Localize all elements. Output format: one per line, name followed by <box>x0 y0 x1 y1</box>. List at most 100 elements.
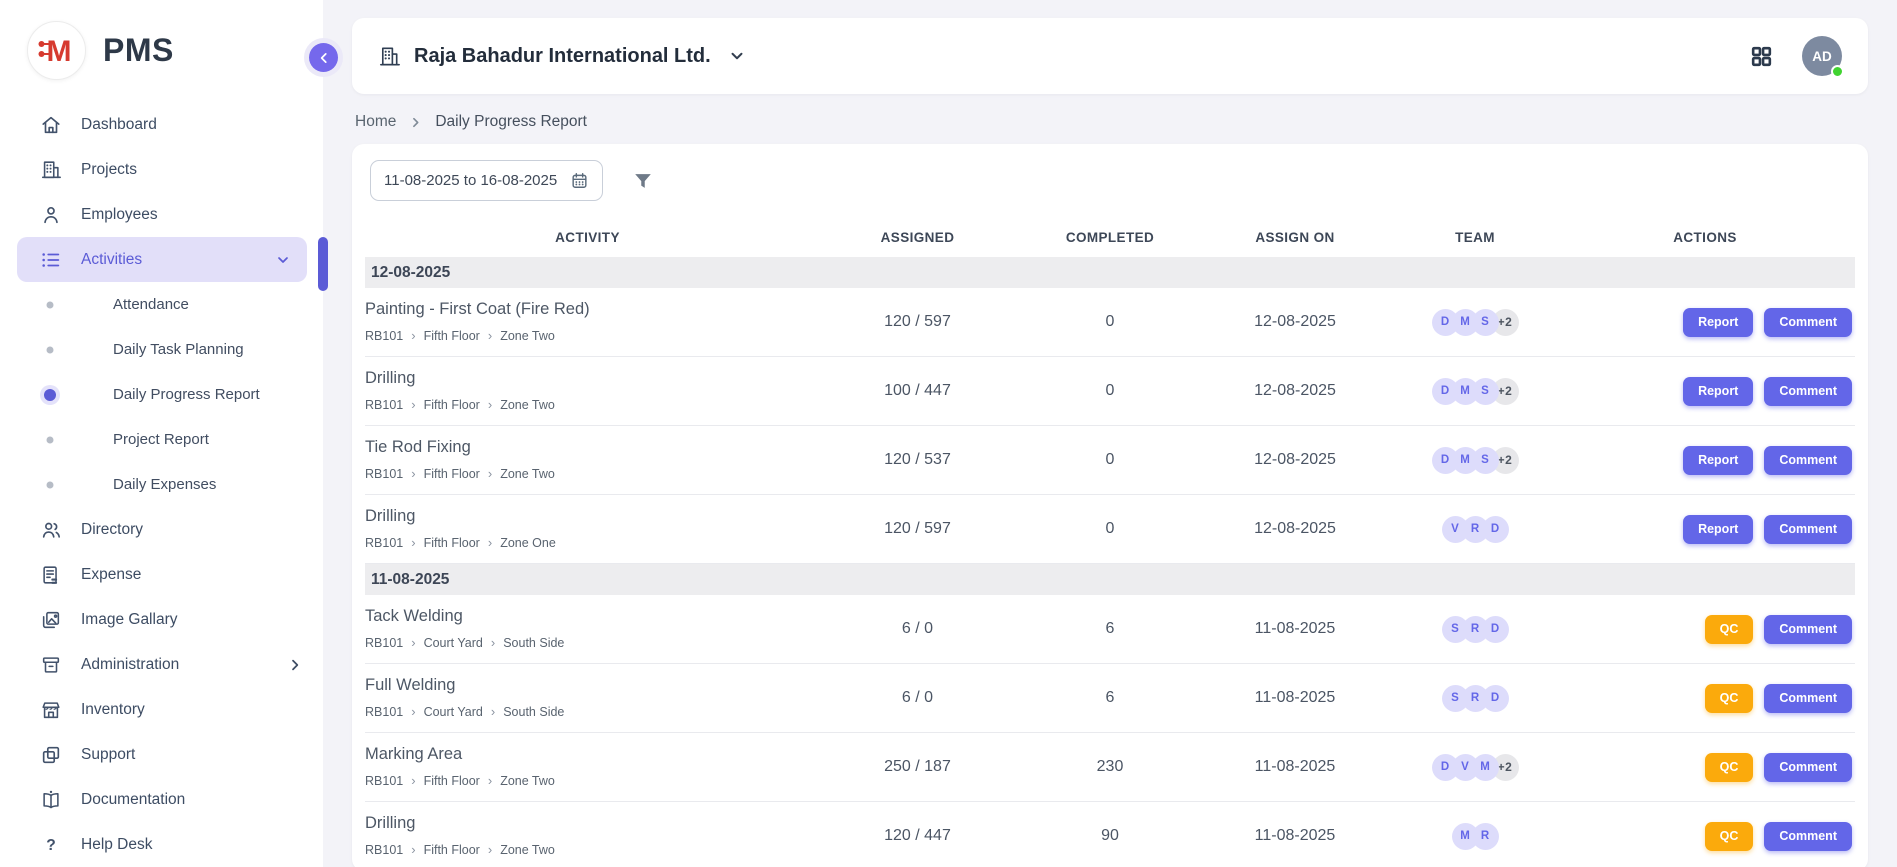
comment-button[interactable]: Comment <box>1764 377 1852 406</box>
activity-row: Tack WeldingRB101›Court Yard›South Side6… <box>365 595 1855 664</box>
activity-location: RB101›Court Yard›South Side <box>365 705 810 719</box>
qc-button[interactable]: QC <box>1705 684 1754 713</box>
sidebar-item-directory[interactable]: Directory <box>0 507 323 552</box>
company-selector[interactable]: Raja Bahadur International Ltd. <box>378 45 746 68</box>
team-member-avatar: D <box>1432 378 1459 405</box>
comment-button[interactable]: Comment <box>1764 308 1852 337</box>
sidebar-item-support[interactable]: Support <box>0 732 323 777</box>
team-member-avatar: D <box>1432 447 1459 474</box>
sidebar-item-daily-progress-report[interactable]: Daily Progress Report <box>0 372 323 417</box>
sidebar-item-expense[interactable]: Expense <box>0 552 323 597</box>
app-name: PMS <box>103 32 174 69</box>
completed-value: 230 <box>1025 758 1195 776</box>
breadcrumb: Home Daily Progress Report <box>355 113 1866 131</box>
completed-value: 0 <box>1025 451 1195 469</box>
sidebar-item-label: Daily Task Planning <box>113 341 244 358</box>
date-group-header: 11-08-2025 <box>365 564 1855 595</box>
column-header-assign-on: ASSIGN ON <box>1195 230 1395 245</box>
comment-button[interactable]: Comment <box>1764 684 1852 713</box>
svg-text:?: ? <box>46 837 56 854</box>
sidebar-item-documentation[interactable]: Documentation <box>0 777 323 822</box>
comment-button[interactable]: Comment <box>1764 822 1852 851</box>
filter-icon[interactable] <box>632 170 654 192</box>
sidebar-item-daily-expenses[interactable]: Daily Expenses <box>0 462 323 507</box>
team-member-avatar: M <box>1452 823 1479 850</box>
breadcrumb-home[interactable]: Home <box>355 113 396 131</box>
location-segment: Zone Two <box>500 774 555 788</box>
activity-row: Tie Rod FixingRB101›Fifth Floor›Zone Two… <box>365 426 1855 495</box>
assigned-value: 6 / 0 <box>810 689 1025 707</box>
qc-button[interactable]: QC <box>1705 822 1754 851</box>
assign-on-value: 11-08-2025 <box>1195 758 1395 776</box>
sidebar-item-daily-task-planning[interactable]: Daily Task Planning <box>0 327 323 372</box>
team-cell: DMS+2 <box>1395 378 1555 405</box>
activity-title: Tack Welding <box>365 607 810 626</box>
sidebar-item-label: Support <box>81 746 135 764</box>
support-icon <box>40 744 62 766</box>
date-group-header: 12-08-2025 <box>365 257 1855 288</box>
team-cell: DMS+2 <box>1395 447 1555 474</box>
documentation-icon <box>40 789 62 811</box>
location-segment: Fifth Floor <box>424 774 480 788</box>
sidebar-item-administration[interactable]: Administration <box>0 642 323 687</box>
location-segment: RB101 <box>365 398 403 412</box>
qc-button[interactable]: QC <box>1705 753 1754 782</box>
column-header-completed: COMPLETED <box>1025 230 1195 245</box>
sidebar-item-attendance[interactable]: Attendance <box>0 282 323 327</box>
report-button[interactable]: Report <box>1683 446 1753 475</box>
location-segment: Zone Two <box>500 329 555 343</box>
report-button[interactable]: Report <box>1683 308 1753 337</box>
report-button[interactable]: Report <box>1683 377 1753 406</box>
sidebar-item-inventory[interactable]: Inventory <box>0 687 323 732</box>
team-cell: SRD <box>1395 616 1555 643</box>
sidebar-item-label: Daily Expenses <box>113 476 216 493</box>
team-member-avatar: D <box>1432 754 1459 781</box>
team-member-avatar: S <box>1442 616 1469 643</box>
chevron-right-icon: › <box>488 329 492 342</box>
comment-button[interactable]: Comment <box>1764 753 1852 782</box>
sidebar-item-projects[interactable]: Projects <box>0 147 323 192</box>
team-cell: SRD <box>1395 685 1555 712</box>
assign-on-value: 11-08-2025 <box>1195 620 1395 638</box>
assign-on-value: 12-08-2025 <box>1195 313 1395 331</box>
chevron-down-icon <box>275 252 291 268</box>
report-button[interactable]: Report <box>1683 515 1753 544</box>
actions-cell: QC Comment <box>1555 684 1855 713</box>
sidebar-collapse-button[interactable] <box>309 43 338 72</box>
location-segment: RB101 <box>365 843 403 857</box>
sidebar-item-dashboard[interactable]: Dashboard <box>0 102 323 147</box>
assign-on-value: 12-08-2025 <box>1195 520 1395 538</box>
location-segment: RB101 <box>365 536 403 550</box>
date-range-input[interactable]: 11-08-2025 to 16-08-2025 <box>370 160 603 201</box>
location-segment: Fifth Floor <box>424 329 480 343</box>
location-segment: South Side <box>503 636 564 650</box>
qc-button[interactable]: QC <box>1705 615 1754 644</box>
user-avatar[interactable]: AD <box>1802 36 1842 76</box>
sidebar-item-label: Project Report <box>113 431 209 448</box>
chevron-right-icon: › <box>488 536 492 549</box>
comment-button[interactable]: Comment <box>1764 446 1852 475</box>
sidebar-item-image-gallary[interactable]: Image Gallary <box>0 597 323 642</box>
svg-text:M: M <box>46 35 71 68</box>
activity-title: Marking Area <box>365 745 810 764</box>
activity-title: Drilling <box>365 369 810 388</box>
sidebar-item-employees[interactable]: Employees <box>0 192 323 237</box>
team-cell: VRD <box>1395 516 1555 543</box>
comment-button[interactable]: Comment <box>1764 515 1852 544</box>
location-segment: Fifth Floor <box>424 843 480 857</box>
location-segment: Zone Two <box>500 843 555 857</box>
chevron-right-icon <box>287 657 303 673</box>
sidebar-item-activities[interactable]: Activities <box>17 237 307 282</box>
sidebar-item-help-desk[interactable]: ?Help Desk <box>0 822 323 867</box>
apps-grid-icon[interactable] <box>1749 44 1774 69</box>
completed-value: 0 <box>1025 382 1195 400</box>
sidebar-item-project-report[interactable]: Project Report <box>0 417 323 462</box>
comment-button[interactable]: Comment <box>1764 615 1852 644</box>
calendar-icon <box>570 171 589 190</box>
chevron-right-icon: › <box>411 536 415 549</box>
activity-row: DrillingRB101›Fifth Floor›Zone Two100 / … <box>365 357 1855 426</box>
content-card: 11-08-2025 to 16-08-2025 ACTIVITYASSIGNE… <box>352 144 1868 867</box>
activity-title: Painting - First Coat (Fire Red) <box>365 300 810 319</box>
sidebar-item-label: Attendance <box>113 296 189 313</box>
activity-title: Full Welding <box>365 676 810 695</box>
